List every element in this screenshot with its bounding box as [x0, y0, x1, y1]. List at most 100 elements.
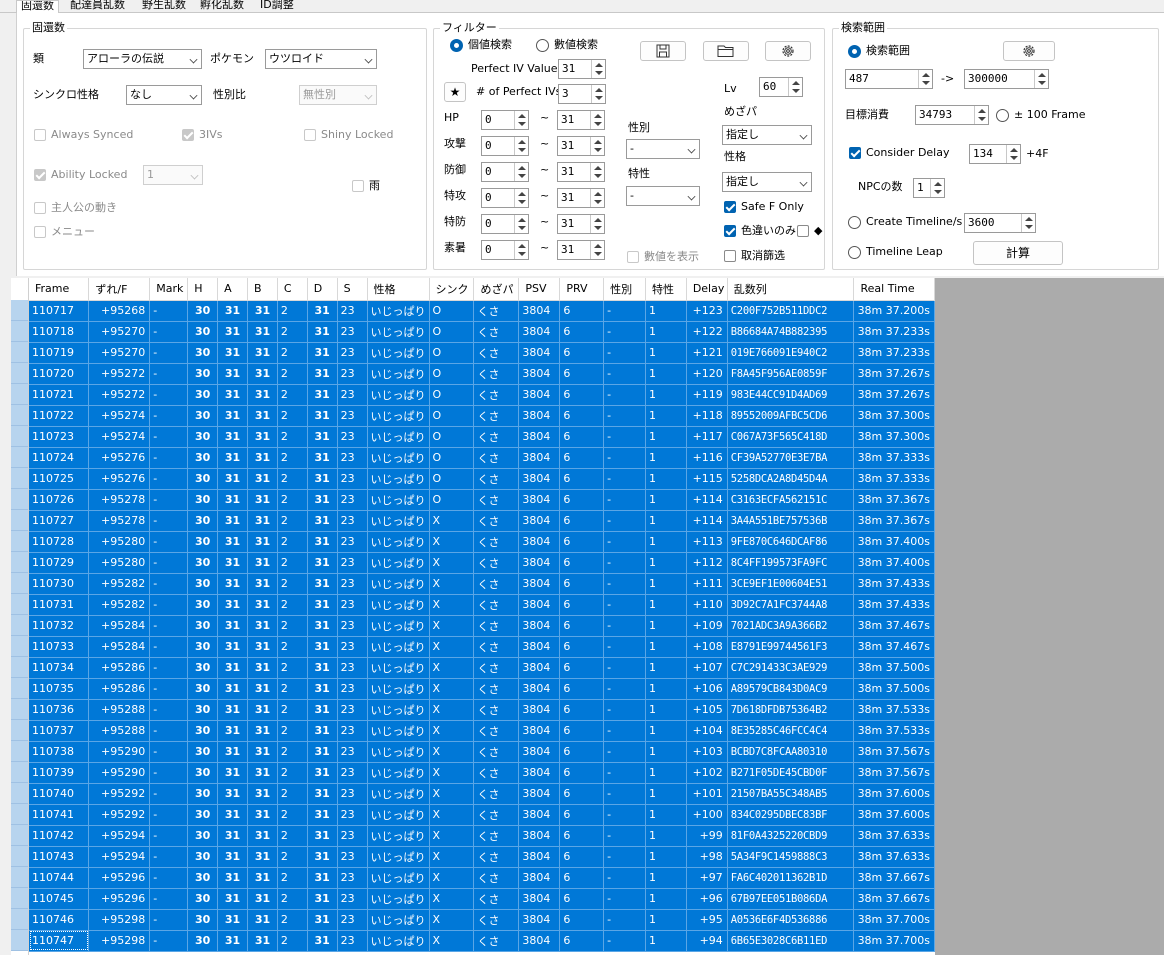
cell-nature[interactable]: いじっぱり [367, 888, 430, 910]
cell-hidden-power[interactable]: くさ [473, 678, 520, 700]
lv-spinner[interactable]: 60 [759, 77, 803, 97]
cell-sync[interactable]: O [429, 342, 475, 364]
row-header[interactable] [11, 300, 28, 321]
cell-a[interactable]: 31 [217, 762, 249, 784]
cell-drift[interactable]: +95270 [88, 321, 151, 343]
cell-mark[interactable]: - [149, 384, 189, 406]
cell-d[interactable]: 31 [307, 888, 338, 910]
cell-b[interactable]: 31 [247, 552, 278, 574]
cell-delay[interactable]: +98 [686, 846, 728, 868]
cell-drift[interactable]: +95298 [88, 909, 151, 931]
cell-hidden-power[interactable]: くさ [473, 552, 520, 574]
cell-s[interactable]: 23 [337, 384, 368, 406]
table-row[interactable]: 110726 +95278-30 31 31 2 31 23 いじっぱり O くさ 3804 6-1 +… [29, 489, 935, 511]
cell-mark[interactable]: - [149, 867, 189, 889]
cell-delay[interactable]: +104 [686, 720, 728, 742]
cell-delay[interactable]: +105 [686, 699, 728, 721]
tab-courier[interactable]: 配達員乱数 [66, 0, 129, 13]
cell-d[interactable]: 31 [307, 762, 338, 784]
table-row[interactable]: 110717 +95268-30 31 31 2 31 23 いじっぱり O くさ 3804 6-1 +… [29, 300, 935, 322]
cell-real-time[interactable]: 38m 37.567s [853, 741, 935, 763]
cell-drift[interactable]: +95276 [88, 447, 151, 469]
cell-delay[interactable]: +100 [686, 804, 728, 826]
cell-a[interactable]: 31 [217, 468, 249, 490]
cell-mark[interactable]: - [149, 405, 189, 427]
cell-ability[interactable]: 1 [645, 447, 687, 469]
cell-drift[interactable]: +95286 [88, 678, 151, 700]
consider-delay-checkbox[interactable]: Consider Delay [849, 146, 949, 160]
cell-nature[interactable]: いじっぱり [367, 657, 430, 679]
cell-psv[interactable]: 3804 [518, 783, 561, 805]
cell-gender[interactable]: - [603, 888, 646, 910]
cell-prv[interactable]: 6 [559, 615, 605, 637]
row-header[interactable] [11, 342, 28, 363]
cell-a[interactable]: 31 [217, 888, 249, 910]
cell-ability[interactable]: 1 [645, 930, 687, 952]
cell-s[interactable]: 23 [337, 867, 368, 889]
row-header[interactable] [11, 510, 28, 531]
cell-sync[interactable]: X [429, 825, 475, 847]
cell-ability[interactable]: 1 [645, 321, 687, 343]
cell-d[interactable]: 31 [307, 405, 338, 427]
cell-gender[interactable]: - [603, 762, 646, 784]
cell-d[interactable]: 31 [307, 636, 338, 658]
cell-real-time[interactable]: 38m 37.467s [853, 615, 935, 637]
cell-prv[interactable]: 6 [559, 321, 605, 343]
cell-a[interactable]: 31 [217, 552, 249, 574]
cell-sync[interactable]: O [429, 363, 475, 385]
cell-ability[interactable]: 1 [645, 426, 687, 448]
cell-nature[interactable]: いじっぱり [367, 678, 430, 700]
row-header[interactable] [11, 636, 28, 657]
cell-hidden-power[interactable]: くさ [473, 300, 520, 322]
cell-real-time[interactable]: 38m 37.333s [853, 468, 935, 490]
cell-h[interactable]: 30 [187, 678, 219, 700]
cell-gender[interactable]: - [603, 552, 646, 574]
row-header[interactable] [11, 888, 28, 909]
results-table[interactable]: Frame ずれ/F Mark H A B C D S 性格 シンク めざパ PSV PRV 性別 特性 Del… [29, 278, 935, 952]
cell-c[interactable]: 2 [277, 783, 308, 805]
create-timeline-radio[interactable]: Create Timeline/s [848, 215, 962, 229]
cell-psv[interactable]: 3804 [518, 594, 561, 616]
cell-sync[interactable]: X [429, 867, 475, 889]
cell-mark[interactable]: - [149, 783, 189, 805]
cell-h[interactable]: 30 [187, 804, 219, 826]
cell-delay[interactable]: +97 [686, 867, 728, 889]
save-button[interactable] [640, 41, 686, 61]
cell-rng-state[interactable]: 21507BA55C348AB5 [727, 783, 855, 805]
cell-rng-state[interactable]: 8E35285C46FCC4C4 [727, 720, 855, 742]
cell-mark[interactable]: - [149, 531, 189, 553]
cell-c[interactable]: 2 [277, 300, 308, 322]
nature-combo[interactable]: 指定し [722, 172, 812, 192]
cell-nature[interactable]: いじっぱり [367, 489, 430, 511]
row-header[interactable] [11, 825, 28, 846]
cell-c[interactable]: 2 [277, 510, 308, 532]
cell-sync[interactable]: X [429, 888, 475, 910]
cell-rng-state[interactable]: F8A45F956AE0859F [727, 363, 855, 385]
hidden-power-combo[interactable]: 指定し [722, 125, 812, 145]
cell-s[interactable]: 23 [337, 552, 368, 574]
spa-max-spinner[interactable]: 31 [557, 188, 605, 208]
cell-hidden-power[interactable]: くさ [473, 720, 520, 742]
cell-rng-state[interactable]: 81F0A4325220CBD9 [727, 825, 855, 847]
cell-gender[interactable]: - [603, 720, 646, 742]
cell-psv[interactable]: 3804 [518, 321, 561, 343]
cell-mark[interactable]: - [149, 594, 189, 616]
cell-b[interactable]: 31 [247, 531, 278, 553]
cell-c[interactable]: 2 [277, 657, 308, 679]
cell-rng-state[interactable]: C7C291433C3AE929 [727, 657, 855, 679]
cell-rng-state[interactable]: 3D92C7A1FC3744A8 [727, 594, 855, 616]
cell-gender[interactable]: - [603, 825, 646, 847]
cell-b[interactable]: 31 [247, 573, 278, 595]
cell-d[interactable]: 31 [307, 741, 338, 763]
row-header[interactable] [11, 720, 28, 741]
cell-psv[interactable]: 3804 [518, 468, 561, 490]
table-row[interactable]: 110728 +95280-30 31 31 2 31 23 いじっぱり X くさ 3804 6-1 +… [29, 531, 935, 553]
spe-max-spinner[interactable]: 31 [557, 240, 605, 260]
cell-frame[interactable]: 110731 [29, 594, 90, 616]
cell-drift[interactable]: +95268 [88, 300, 151, 322]
cell-drift[interactable]: +95290 [88, 762, 151, 784]
cell-s[interactable]: 23 [337, 405, 368, 427]
cell-gender[interactable]: - [603, 384, 646, 406]
table-row[interactable]: 110736 +95288-30 31 31 2 31 23 いじっぱり X くさ 3804 6-1 +… [29, 699, 935, 721]
column-header-h[interactable]: H [187, 278, 219, 301]
